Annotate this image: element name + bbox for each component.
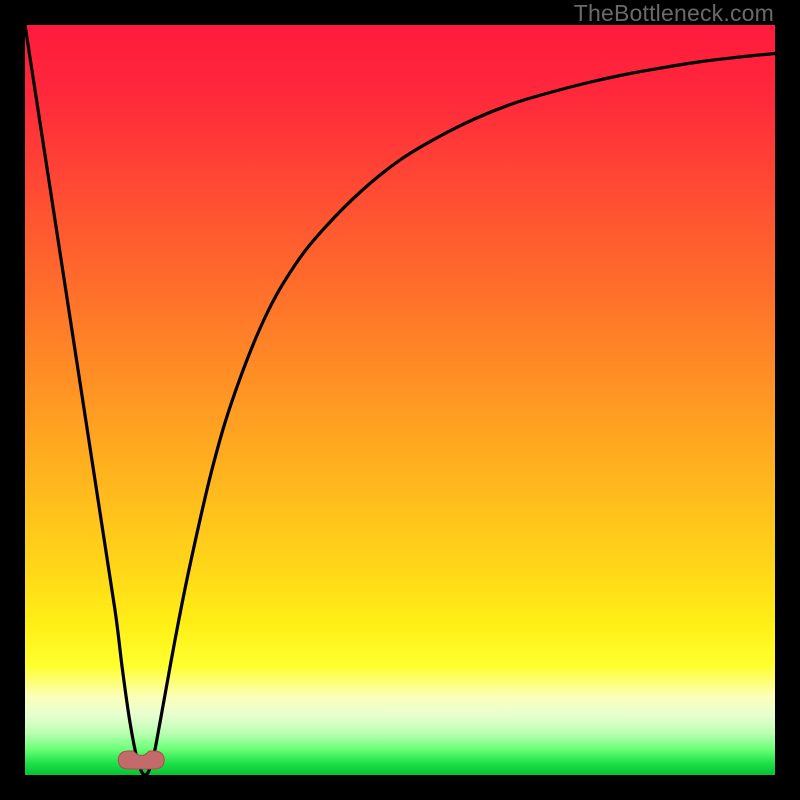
minimum-marker	[118, 751, 164, 769]
bottleneck-curve	[25, 25, 775, 775]
chart-frame: TheBottleneck.com	[0, 0, 800, 800]
curve-layer	[25, 25, 775, 775]
watermark-text: TheBottleneck.com	[574, 0, 774, 27]
plot-area	[25, 25, 775, 775]
